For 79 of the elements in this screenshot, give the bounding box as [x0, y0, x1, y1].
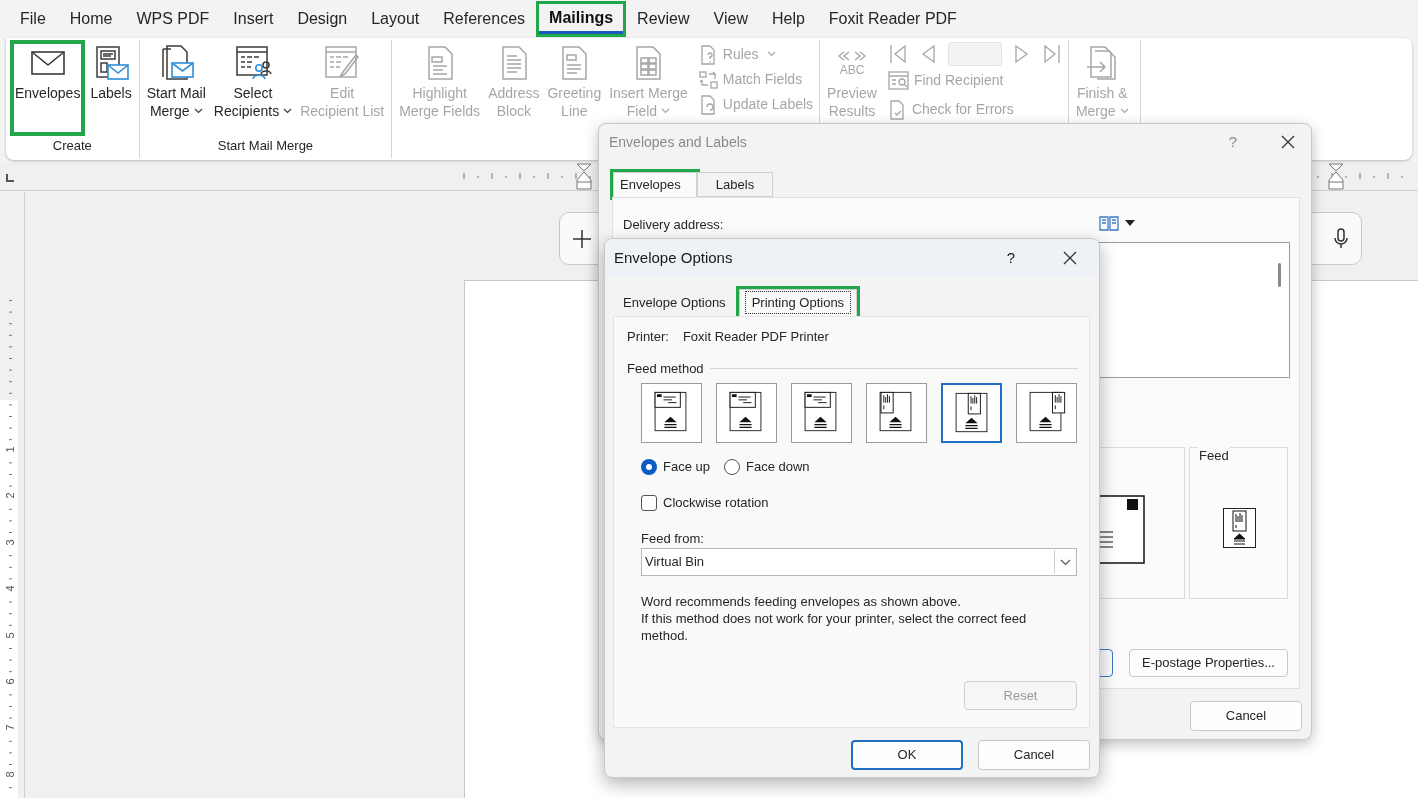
- feed-method-tile[interactable]: [791, 383, 852, 443]
- ruler-number: 7: [4, 722, 16, 733]
- dialog-title: Envelope Options: [614, 247, 734, 268]
- cancel-button[interactable]: Cancel: [1190, 701, 1302, 731]
- checkbox-option[interactable]: Clockwise rotation: [641, 493, 769, 513]
- ribbon-button[interactable]: Start Mail Merge: [143, 42, 209, 136]
- field-label: Delivery address:: [623, 216, 724, 234]
- menu-tab[interactable]: References: [433, 4, 536, 34]
- radio-option[interactable]: Face up: [641, 457, 710, 477]
- caret-icon: [1125, 220, 1135, 226]
- tab-stop-icon[interactable]: [5, 173, 15, 183]
- menu-tab[interactable]: WPS PDF: [126, 4, 220, 34]
- close-icon[interactable]: [1281, 135, 1295, 149]
- dialog-tab[interactable]: Printing Options: [738, 289, 858, 316]
- indent-marker-icon[interactable]: [576, 163, 592, 191]
- help-button[interactable]: ?: [1006, 246, 1015, 270]
- dialog-tab[interactable]: Envelopes: [613, 172, 697, 197]
- ruler-number: 6: [4, 676, 16, 687]
- field-label: Feed from:: [641, 530, 704, 548]
- plus-icon[interactable]: [572, 228, 592, 249]
- ruler-number: 2: [4, 490, 16, 501]
- checkbox[interactable]: [641, 494, 657, 511]
- scrollbar-thumb[interactable]: [1278, 263, 1281, 287]
- caret-icon: [661, 108, 671, 115]
- radio-button[interactable]: [641, 458, 657, 475]
- note-text: Word recommends feeding envelopes as shown above.: [641, 593, 962, 610]
- e-postage-button[interactable]: E-postage Properties...: [1129, 649, 1288, 677]
- menu-tab[interactable]: File: [10, 4, 56, 34]
- caret-icon: [766, 50, 776, 57]
- ribbon-button[interactable]: Envelopes: [10, 40, 86, 136]
- address-book-icon: [1099, 215, 1119, 231]
- feed-method-tile[interactable]: [941, 383, 1002, 443]
- menu-tab[interactable]: Help: [761, 4, 815, 34]
- recipients-icon: [233, 45, 272, 81]
- feed-method-tile[interactable]: [1016, 383, 1077, 443]
- feed-from-select[interactable]: Virtual Bin: [641, 548, 1077, 576]
- feed-method-tile[interactable]: [866, 383, 927, 443]
- menu-tab[interactable]: Foxit Reader PDF: [818, 4, 967, 34]
- chevron-down-icon: [1059, 558, 1071, 566]
- menu-tab[interactable]: Mailings: [539, 4, 624, 34]
- edit-list-icon: [323, 45, 362, 81]
- group-label: Create: [52, 138, 92, 153]
- field-label: Printer:: [627, 328, 669, 346]
- radio-option[interactable]: Face down: [724, 457, 810, 477]
- match-fields-icon: [698, 69, 719, 90]
- group-label: Feed method: [627, 360, 704, 378]
- ruler-number: 5: [4, 630, 16, 641]
- caret-icon: [1119, 108, 1129, 115]
- close-icon[interactable]: [1063, 251, 1077, 265]
- dialog-tab[interactable]: Labels: [697, 172, 773, 197]
- caret-icon: [193, 108, 203, 115]
- address-book-button[interactable]: [1099, 215, 1135, 231]
- menu-tab[interactable]: Home: [59, 4, 123, 34]
- radio-button[interactable]: [724, 458, 740, 475]
- ruler-number: 8: [4, 769, 16, 780]
- indent-marker-icon[interactable]: [1328, 163, 1344, 191]
- microphone-icon[interactable]: [1333, 227, 1349, 250]
- menu-tab[interactable]: View: [703, 4, 758, 34]
- note-text: If this method does not work for your printer, select the correct feed method.: [641, 610, 1028, 644]
- ok-button[interactable]: OK: [851, 740, 963, 770]
- caret-icon: [283, 108, 293, 115]
- record-field[interactable]: [947, 42, 1002, 66]
- feed-method-tile[interactable]: [716, 383, 777, 443]
- find-recipient-icon: [887, 70, 910, 91]
- feed-icon: [1223, 508, 1256, 548]
- menu-tab[interactable]: Insert: [223, 4, 284, 34]
- menu-tab[interactable]: Layout: [361, 4, 430, 34]
- cancel-button[interactable]: Cancel: [978, 740, 1090, 770]
- feed-method-tile[interactable]: [641, 383, 702, 443]
- printer-name: Foxit Reader PDF Printer: [682, 328, 829, 346]
- ruler-number: 4: [4, 583, 16, 594]
- menu-tab[interactable]: Design: [287, 4, 358, 34]
- ribbon-button[interactable]: Labels: [87, 42, 135, 136]
- group-label: Start Mail Merge: [217, 138, 314, 153]
- ruler-number: 1: [4, 444, 16, 455]
- dialog-tab[interactable]: Envelope Options: [614, 289, 735, 316]
- ruler-number: 3: [4, 537, 16, 548]
- menu-tab[interactable]: Review: [627, 4, 700, 34]
- ribbon-button[interactable]: Select Recipients: [210, 42, 296, 136]
